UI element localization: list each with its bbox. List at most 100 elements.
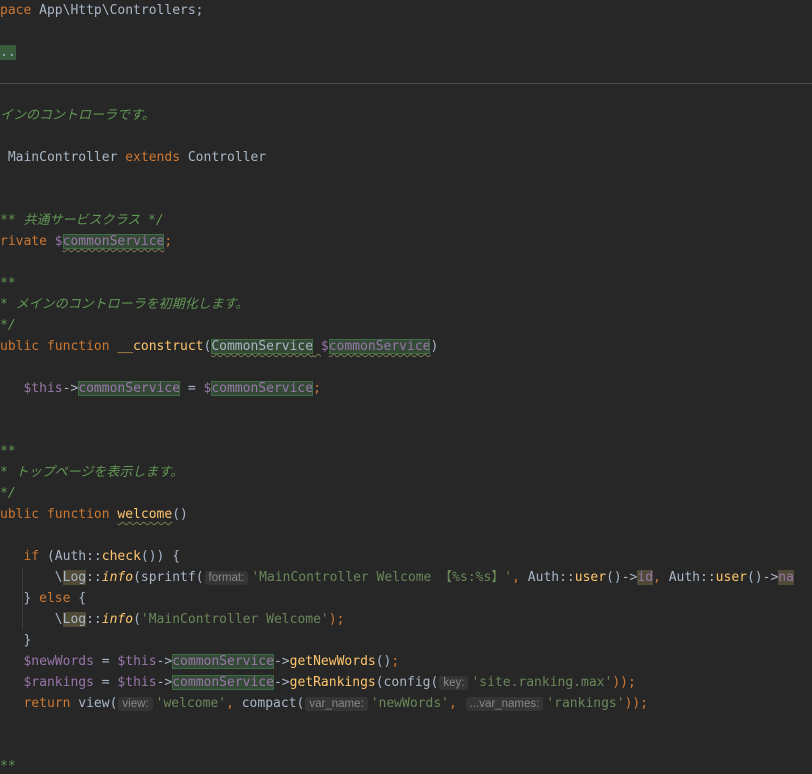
code-token: 'site.ranking.max' (471, 675, 613, 690)
code-token: * メインのコントローラを初期化します。 (0, 297, 249, 312)
code-token: (Auth:: (39, 549, 102, 564)
parameter-hint: view: (118, 697, 153, 711)
code-token: Auth:: (527, 570, 575, 585)
code-token: getNewWords (289, 654, 376, 669)
parameter-hint: var_name: (305, 697, 368, 711)
code-token: pace (0, 3, 32, 18)
code-token: $this (117, 675, 157, 690)
code-line: */ (0, 483, 16, 504)
code-line: ** 共通サービスクラス */ (0, 210, 164, 231)
code-token: , (226, 696, 242, 711)
code-line: pace App\Http\Controllers; (0, 0, 204, 21)
code-editor[interactable]: pace App\Http\Controllers;.. インのコントローラです。… (0, 0, 812, 774)
code-token: ); (328, 612, 345, 627)
code-token: { (70, 591, 87, 606)
code-token: welcome (117, 507, 173, 522)
code-token: info (101, 570, 134, 585)
code-token: */ (0, 486, 16, 501)
code-line: } else { (0, 588, 86, 609)
code-line: $rankings = $this->commonService->getRan… (0, 672, 636, 693)
code-token: commonService (328, 339, 431, 354)
code-token: :: (86, 570, 102, 585)
code-token: Auth:: (668, 570, 716, 585)
code-token: info (101, 612, 134, 627)
code-token: \ (0, 570, 63, 585)
code-token: = (93, 675, 118, 690)
code-token: rivate (0, 234, 55, 249)
code-token: if (23, 549, 40, 564)
code-token: \ (0, 612, 63, 627)
code-token: id (637, 570, 654, 585)
code-line: if (Auth::check()) { (0, 546, 180, 567)
code-token: 'MainController Welcome' (140, 612, 329, 627)
code-line: ublic function __construct(CommonService… (0, 336, 438, 357)
code-token: return (23, 696, 71, 711)
code-token: , (448, 696, 465, 711)
code-token: :: (86, 612, 102, 627)
code-token: 'MainController Welcome 【%s:%s】' (251, 570, 513, 585)
code-token: (sprintf( (133, 570, 204, 585)
code-token: MainController (0, 150, 126, 165)
code-token: ()-> (746, 570, 779, 585)
code-token: check (101, 549, 141, 564)
code-token: commonService (172, 654, 274, 669)
code-token: commonService (62, 234, 165, 249)
code-token: $this (117, 654, 157, 669)
code-token: compact( (241, 696, 305, 711)
code-token: ; (391, 654, 400, 669)
code-token: extends (125, 150, 181, 165)
code-token: na (778, 570, 794, 585)
code-line: \Log::info(sprintf(format: 'MainControlle… (0, 567, 794, 588)
code-line: * メインのコントローラを初期化します。 (0, 294, 248, 315)
code-token: )); (624, 696, 649, 711)
code-token: -> (156, 654, 173, 669)
code-token: ublic function (0, 339, 118, 354)
code-token: -> (273, 675, 290, 690)
code-line: return view(view:'welcome', compact(var_… (0, 693, 648, 714)
method-separator (0, 83, 812, 84)
code-token: commonService (211, 381, 314, 396)
code-token: 'newWords' (370, 696, 449, 711)
code-token: , (512, 570, 528, 585)
code-token: } (0, 633, 32, 648)
code-token: */ (0, 318, 16, 333)
folded-code-block[interactable]: .. (0, 45, 16, 60)
code-line: \Log::info('MainController Welcome'); (0, 609, 344, 630)
code-token: インのコントローラです。 (0, 108, 155, 123)
code-token: commonService (172, 675, 274, 690)
code-token: )); (612, 675, 636, 690)
code-token: CommonService (211, 339, 314, 354)
code-token: () (172, 507, 188, 522)
code-token: ()) { (140, 549, 181, 564)
code-token: ; (313, 381, 321, 396)
code-line: } (0, 630, 31, 651)
code-token: Controller (180, 150, 267, 165)
code-token: , (653, 570, 669, 585)
code-token: ** (0, 444, 16, 459)
code-token: ) (430, 339, 439, 354)
parameter-hint: key: (439, 676, 469, 690)
code-token: () (375, 654, 392, 669)
code-token: = (93, 654, 118, 669)
code-token: -> (273, 654, 290, 669)
code-line: .. (0, 42, 16, 63)
code-token: ; (164, 234, 173, 249)
code-line: $newWords = $this->commonService->getNew… (0, 651, 399, 672)
code-line: ** (0, 756, 16, 774)
code-token: } (0, 591, 40, 606)
code-token: user (715, 570, 747, 585)
code-token: App\Http\Controllers; (31, 3, 204, 18)
code-token: ()-> (606, 570, 638, 585)
code-line: * トップページを表示します。 (0, 462, 183, 483)
code-token: ( (133, 612, 141, 627)
code-token: $this (23, 381, 63, 396)
code-token: -> (156, 675, 173, 690)
code-token: $rankings (23, 675, 94, 690)
code-token: view( (70, 696, 118, 711)
code-line: rivate $commonService; (0, 231, 172, 252)
code-token: -> (62, 381, 79, 396)
